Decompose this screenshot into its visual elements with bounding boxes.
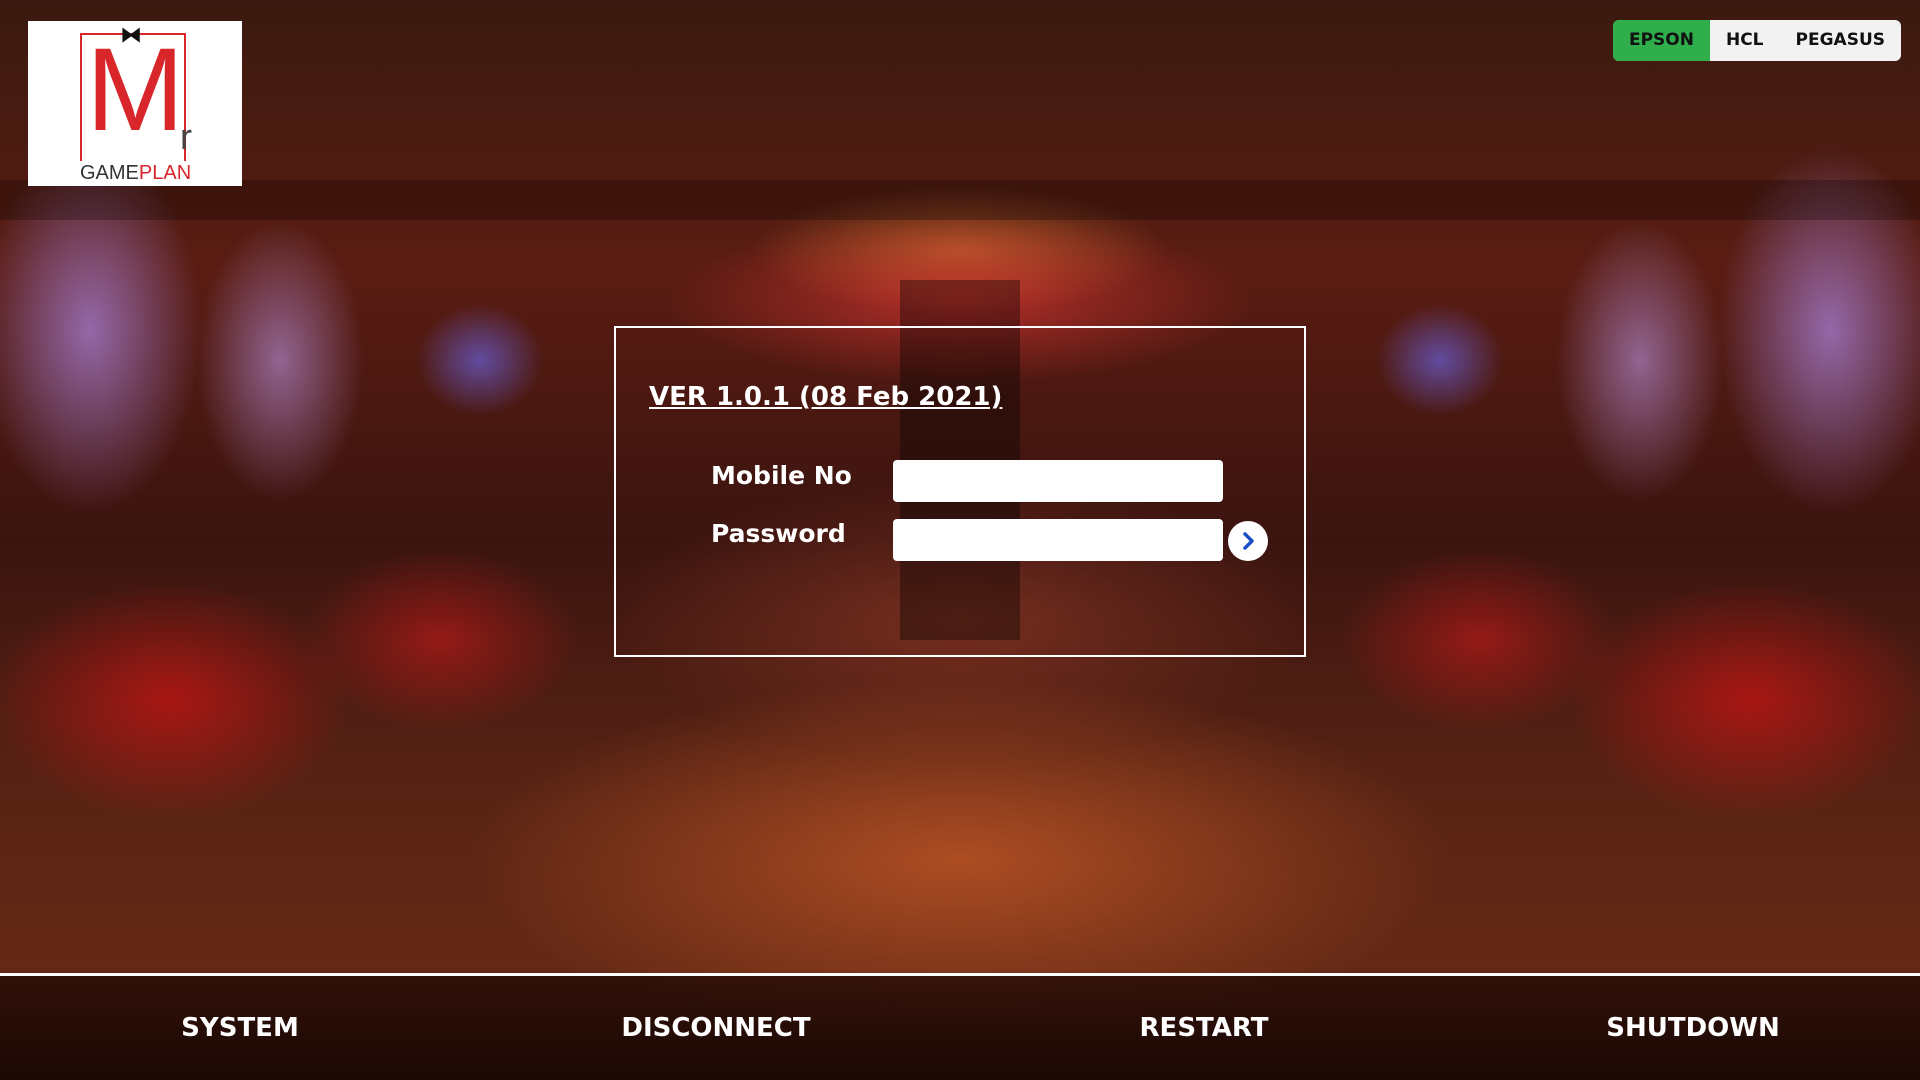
logo-letter: M (86, 24, 184, 156)
background-beam (0, 180, 1920, 220)
printer-option-hcl[interactable]: HCL (1710, 20, 1780, 61)
restart-button[interactable]: RESTART (964, 976, 1444, 1080)
disconnect-button[interactable]: DISCONNECT (476, 976, 956, 1080)
mobile-label: Mobile No (711, 461, 852, 490)
printer-option-epson[interactable]: EPSON (1612, 20, 1710, 61)
login-panel: VER 1.0.1 (08 Feb 2021) Mobile No Passwo… (614, 326, 1306, 657)
version-label: VER 1.0.1 (08 Feb 2021) (649, 382, 1003, 412)
bottom-action-bar: SYSTEM DISCONNECT RESTART SHUTDOWN (0, 973, 1920, 1080)
shutdown-button[interactable]: SHUTDOWN (1453, 976, 1920, 1080)
password-input[interactable] (893, 519, 1223, 561)
logo-superscript: r (180, 116, 192, 157)
logo-word-part1: GAME (80, 162, 139, 184)
mobile-input[interactable] (893, 460, 1223, 502)
logo-wordmark: GAMEPLAN (80, 163, 191, 183)
system-button[interactable]: SYSTEM (0, 976, 480, 1080)
chevron-right-icon (1243, 532, 1254, 550)
password-label: Password (711, 519, 846, 548)
login-submit-button[interactable] (1228, 521, 1268, 561)
logo-word-part2: PLAN (138, 162, 192, 184)
printer-option-pegasus[interactable]: PEGASUS (1780, 20, 1901, 61)
printer-selector: EPSON HCL PEGASUS (1612, 20, 1901, 61)
mr-gameplan-logo: ⧓ M r GAMEPLAN (28, 21, 242, 186)
